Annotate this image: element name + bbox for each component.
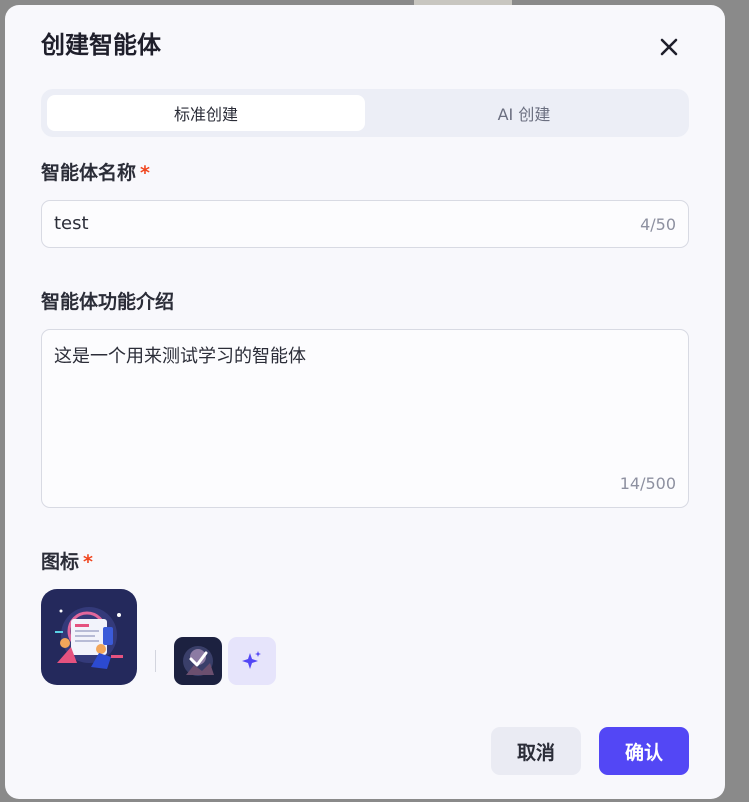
required-mark: * [140, 162, 150, 184]
name-char-counter: 4/50 [640, 215, 676, 234]
create-agent-dialog: 创建智能体 标准创建 AI 创建 智能体名称 * test 4/50 智能体功能介… [5, 5, 725, 799]
selected-avatar[interactable] [41, 589, 137, 685]
confirm-button[interactable]: 确认 [599, 727, 689, 775]
agent-name-value: test [54, 213, 89, 234]
close-icon [660, 38, 678, 56]
icon-field-label: 图标 * [41, 549, 93, 575]
cancel-button[interactable]: 取消 [491, 727, 581, 775]
robot-illustration-icon [41, 589, 137, 685]
creation-mode-tabs: 标准创建 AI 创建 [41, 89, 689, 137]
close-button[interactable] [657, 35, 681, 59]
icon-label-text: 图标 [41, 551, 80, 573]
agent-description-value: 这是一个用来测试学习的智能体 [54, 346, 306, 367]
description-char-counter: 14/500 [619, 474, 676, 493]
agent-name-input[interactable]: test 4/50 [41, 200, 689, 248]
generate-icon-button[interactable] [228, 637, 276, 685]
icon-divider [155, 650, 156, 672]
sparkle-icon [242, 651, 261, 669]
name-label-text: 智能体名称 [41, 162, 137, 184]
tab-standard-create[interactable]: 标准创建 [47, 95, 365, 131]
agent-description-textarea[interactable]: 这是一个用来测试学习的智能体 14/500 [41, 329, 689, 508]
name-field-label: 智能体名称 * [41, 160, 150, 186]
alternate-avatar[interactable] [174, 637, 222, 685]
tab-ai-create[interactable]: AI 创建 [365, 95, 683, 131]
robot-illustration-small-icon [174, 637, 222, 685]
description-field-label: 智能体功能介绍 [41, 291, 175, 313]
icon-required-mark: * [83, 551, 93, 573]
dialog-title: 创建智能体 [41, 31, 161, 59]
